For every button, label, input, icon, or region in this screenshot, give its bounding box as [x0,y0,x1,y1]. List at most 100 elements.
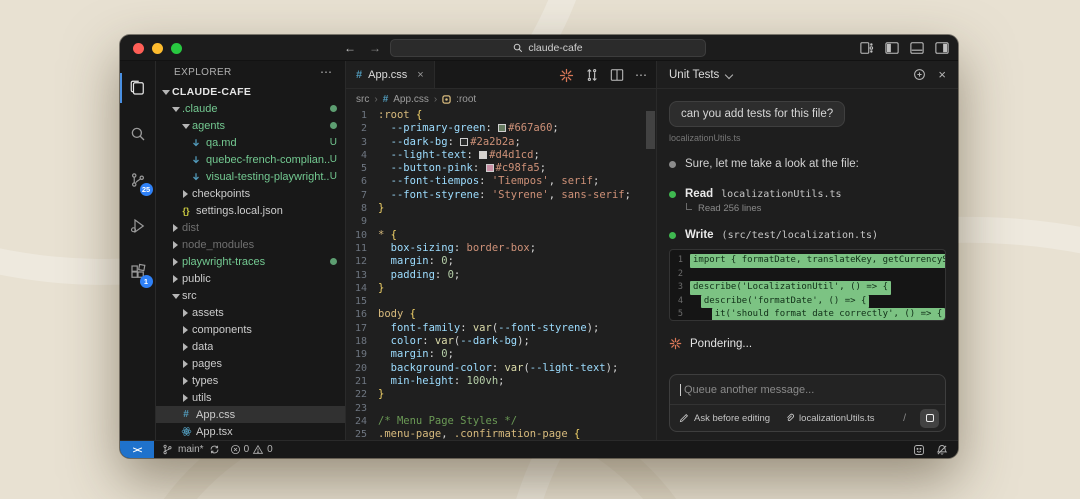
breadcrumb[interactable]: src › # App.css › :root [346,89,656,109]
customize-layout-icon[interactable] [860,41,874,55]
git-branch-item[interactable]: main* [162,444,220,455]
tree-item-playwright-traces[interactable]: playwright-traces [156,253,345,270]
tree-item-dist[interactable]: dist [156,219,345,236]
sync-icon[interactable] [209,444,220,455]
chevron-down-icon [170,291,180,301]
code-editor[interactable]: 1:root {2 --primary-green: #667a60;3 --d… [346,109,656,440]
tab-close-icon[interactable]: × [417,69,423,81]
tree-item-quebec-french-complian-[interactable]: quebec-french-complian...U [156,151,345,168]
write-tool-label: Write [685,229,714,241]
slash-command-hint[interactable]: / [903,412,906,424]
chat-input-area: Queue another message... Ask before edit… [669,374,946,432]
tree-item--claude[interactable]: .claude [156,100,345,117]
chevron-right-icon [180,189,190,199]
status-text: Pondering... [690,338,752,350]
tree-item-components[interactable]: components [156,321,345,338]
chat-panel-title[interactable]: Unit Tests [669,69,719,81]
code-line: 22} [346,388,656,401]
new-chat-icon[interactable] [913,68,926,81]
tab-app-css[interactable]: # App.css × [346,61,435,88]
branch-label: main* [178,444,204,455]
editor-more-actions-icon[interactable]: ⋯ [635,68,648,82]
toggle-secondary-sidebar-icon[interactable] [935,41,949,55]
assistant-bullet [669,161,676,168]
diff-code-block[interactable]: 1import { formatDate, translateKey, getC… [669,249,946,321]
command-center-search[interactable]: claude-cafe [390,39,706,57]
code-line: 6 --font-tiempos: 'Tiempos', serif; [346,175,656,188]
tree-item-settings-local-json[interactable]: {}settings.local.json [156,202,345,219]
breadcrumb-symbol[interactable]: :root [456,94,476,105]
tree-item-types[interactable]: types [156,372,345,389]
maximize-window-button[interactable] [171,43,182,54]
run-debug-icon[interactable] [120,203,156,249]
code-line: 13 padding: 0; [346,269,656,282]
react-file-icon [180,426,192,437]
minimize-window-button[interactable] [152,43,163,54]
feedback-icon[interactable] [913,444,925,456]
toggle-primary-sidebar-icon[interactable] [885,41,899,55]
claude-starburst-icon[interactable] [559,68,574,83]
tree-item-visual-testing-playwright-[interactable]: visual-testing-playwright...U [156,168,345,185]
tree-item-agents[interactable]: agents [156,117,345,134]
chevron-down-icon [160,87,170,97]
breadcrumb-file[interactable]: App.css [393,94,429,105]
status-bar: >< main* 0 0 [120,440,958,458]
stop-button[interactable] [920,409,939,428]
vscode-window: ← → claude-cafe 25 [120,35,958,458]
remote-indicator[interactable]: >< [120,441,154,458]
tree-item-pages[interactable]: pages [156,355,345,372]
tree-item-utils[interactable]: utils [156,389,345,406]
chat-input[interactable]: Queue another message... [670,375,945,405]
tree-item-checkpoints[interactable]: checkpoints [156,185,345,202]
tree-item-node-modules[interactable]: node_modules [156,236,345,253]
edit-mode-selector[interactable]: Ask before editing [694,413,770,424]
extensions-icon[interactable]: 1 [120,249,156,295]
write-tool-file[interactable]: (src/test/localization.ts) [722,230,879,241]
split-editor-icon[interactable] [610,68,624,82]
tree-item-data[interactable]: data [156,338,345,355]
close-window-button[interactable] [133,43,144,54]
tree-item-src[interactable]: src [156,287,345,304]
forward-button[interactable]: → [369,41,381,55]
search-sidebar-icon[interactable] [120,111,156,157]
notifications-muted-bell-icon[interactable] [936,444,948,456]
git-untracked-badge: U [330,171,337,182]
source-control-icon[interactable]: 25 [120,157,156,203]
title-bar: ← → claude-cafe [120,35,958,61]
attachment-icon [785,413,795,423]
tab-label: App.css [368,69,407,81]
tree-item-claude-cafe[interactable]: CLAUDE-CAFE [156,83,345,100]
tree-item-qa-md[interactable]: qa.mdU [156,134,345,151]
close-panel-icon[interactable]: × [938,67,946,82]
user-message-bubble: can you add tests for this file? [669,101,845,127]
code-line: 24/* Menu Page Styles */ [346,415,656,428]
chevron-down-icon[interactable] [726,71,734,79]
tree-item-assets[interactable]: assets [156,304,345,321]
read-detail: Read 256 lines [698,203,761,214]
css-file-icon: # [180,409,192,420]
diff-line: 2 [670,268,945,282]
editor-scrollbar[interactable] [646,111,655,149]
chevron-right-icon [170,257,180,267]
search-value: claude-cafe [528,42,582,54]
breadcrumb-src[interactable]: src [356,94,369,105]
agent-file-icon [190,138,202,148]
read-tool-file[interactable]: localizationUtils.ts [721,189,841,200]
code-line: 11 box-sizing: border-box; [346,242,656,255]
attached-file-chip[interactable]: localizationUtils.ts [785,413,875,424]
code-line: 7 --font-styrene: 'Styrene', sans-serif; [346,189,656,202]
tree-item-app-css[interactable]: #App.css [156,406,345,423]
compare-changes-icon[interactable] [585,68,599,82]
problems-item[interactable]: 0 0 [230,444,273,455]
toggle-panel-icon[interactable] [910,41,924,55]
code-line: 4 --light-text: #d4d1cd; [346,149,656,162]
chevron-right-icon [180,308,190,318]
back-button[interactable]: ← [344,41,356,55]
context-file-label: localizationUtils.ts [669,133,946,143]
explorer-title: EXPLORER [174,67,232,78]
explorer-more-actions-icon[interactable]: ⋯ [320,65,333,79]
tree-item-public[interactable]: public [156,270,345,287]
tree-item-app-tsx[interactable]: App.tsx [156,423,345,440]
symbol-icon [442,95,451,104]
explorer-icon[interactable] [120,65,156,111]
